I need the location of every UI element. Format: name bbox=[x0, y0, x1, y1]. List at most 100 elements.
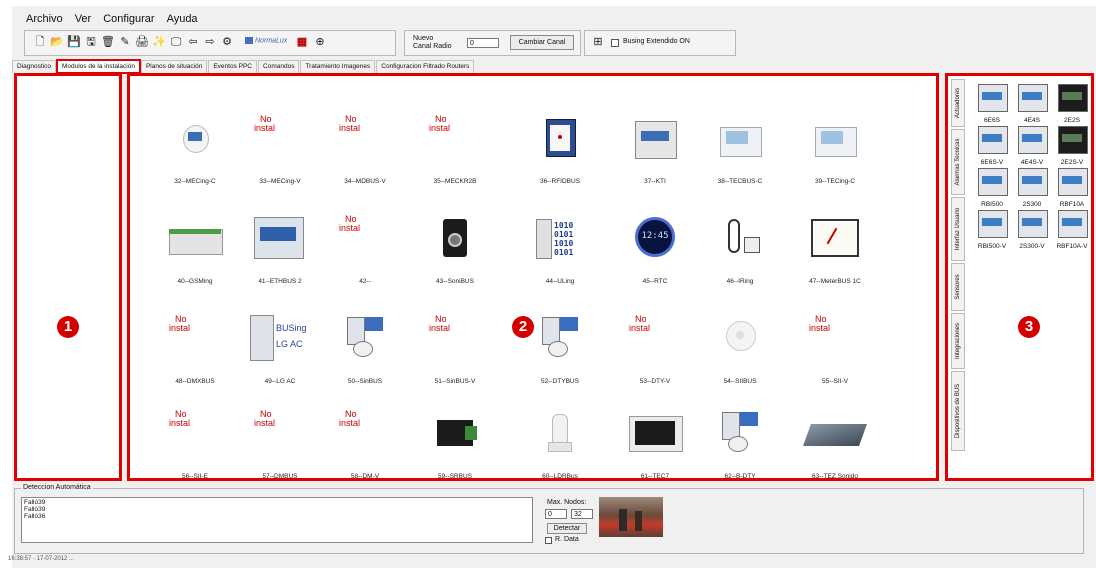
module-item[interactable]: 39--TECing-C bbox=[795, 111, 875, 191]
device-item[interactable]: 2E2S bbox=[1052, 82, 1092, 124]
device-item[interactable]: 6E6S-V bbox=[972, 124, 1012, 166]
network-settings-icon[interactable]: ⊞ bbox=[591, 35, 605, 49]
device-item[interactable]: RBI500 bbox=[972, 166, 1012, 208]
side-tab-label: Sensores bbox=[955, 274, 961, 300]
meter-gauge-icon bbox=[795, 215, 875, 261]
max-nodos-input[interactable]: 32 bbox=[571, 509, 593, 519]
report-icon[interactable]: ▦ bbox=[295, 35, 309, 49]
module-item[interactable]: 59--SRBUS bbox=[415, 406, 495, 486]
module-item[interactable]: 32--MECing-C bbox=[155, 111, 235, 191]
menu-item-archivo[interactable]: Archivo bbox=[26, 13, 63, 25]
cambiar-canal-button[interactable]: Cambiar Canal bbox=[510, 35, 574, 50]
sensor-module-label bbox=[365, 317, 383, 331]
save-as-icon[interactable]: 🖫 bbox=[84, 35, 98, 49]
module-item[interactable]: 41--ETHBUS 2 bbox=[240, 211, 320, 291]
thermostat-icon bbox=[700, 115, 780, 161]
device-item[interactable]: 4E4S-V bbox=[1012, 124, 1052, 166]
device-item[interactable]: 2S300-V bbox=[1012, 208, 1052, 250]
delete-icon[interactable]: 🗑 bbox=[101, 35, 115, 49]
device-module-label bbox=[1022, 92, 1042, 100]
module-item[interactable]: BUSing LG AC 49--LG AC bbox=[240, 311, 320, 391]
device-label: RBI500-V bbox=[977, 243, 1007, 250]
module-item[interactable]: No instal 35--MECKR2B bbox=[415, 111, 495, 191]
r-data-checkbox[interactable] bbox=[545, 537, 552, 544]
side-tab-1[interactable]: Actuadores bbox=[951, 79, 965, 127]
module-item[interactable]: 12:45 45--RTC bbox=[615, 211, 695, 291]
tab-4[interactable]: Eventos PPC bbox=[208, 60, 258, 73]
not-installed-text: No instal bbox=[339, 115, 360, 133]
menu-item-ayuda[interactable]: Ayuda bbox=[167, 13, 198, 25]
module-item[interactable]: 43--SoniBUS bbox=[415, 211, 495, 291]
module-item[interactable]: 60--LDRBus bbox=[520, 406, 600, 486]
module-item[interactable]: No instal 34--MDBUS-V bbox=[325, 111, 405, 191]
module-item[interactable]: No instal 53--DTY-V bbox=[615, 311, 695, 391]
module-item[interactable]: 36--RFIDBUS bbox=[520, 111, 600, 191]
module-item[interactable]: 46--IRing bbox=[700, 211, 780, 291]
normalux-button[interactable]: NormaLux bbox=[245, 37, 287, 49]
menu-item-configurar[interactable]: Configurar bbox=[103, 13, 154, 25]
busing-extendido-checkbox[interactable] bbox=[611, 39, 619, 47]
open-folder-icon[interactable]: 📂 bbox=[50, 35, 64, 49]
module-label: 53--DTY-V bbox=[639, 378, 671, 385]
not-installed-text: No instal bbox=[169, 315, 190, 333]
forward-arrow-icon[interactable]: ⇨ bbox=[203, 35, 217, 49]
network-icon[interactable]: ⚙ bbox=[220, 35, 234, 49]
side-tab-3[interactable]: Interfaz Usuario bbox=[951, 197, 965, 261]
min-nodos-input[interactable]: 0 bbox=[545, 509, 567, 519]
main-tabs: Diagnostico Modulos de la instalación Plan… bbox=[12, 59, 475, 74]
monitor-icon[interactable]: 🖵 bbox=[169, 35, 183, 49]
device-item[interactable]: RBF10A bbox=[1052, 166, 1092, 208]
side-tab-6[interactable]: Dispositivos de BUS bbox=[951, 371, 965, 451]
wand-icon[interactable]: ✨ bbox=[152, 35, 166, 49]
side-tab-4[interactable]: Sensores bbox=[951, 263, 965, 311]
module-item[interactable]: 62--B-DTY bbox=[700, 406, 780, 486]
module-item[interactable]: 54--SIIBUS bbox=[700, 311, 780, 391]
module-item[interactable]: No instal 33--MECing-V bbox=[240, 111, 320, 191]
module-item[interactable]: No instal 42-- bbox=[325, 211, 405, 291]
device-item[interactable]: 2E2S-V bbox=[1052, 124, 1092, 166]
zoom-icon[interactable]: ⊕ bbox=[313, 35, 327, 49]
save-icon[interactable]: 💾 bbox=[67, 35, 81, 49]
module-item[interactable]: No instal 51--SinBUS-V bbox=[415, 311, 495, 391]
relay-module-terminal bbox=[465, 426, 477, 440]
module-item[interactable]: 37--KTI bbox=[615, 111, 695, 191]
new-file-icon[interactable]: 🗋 bbox=[33, 35, 47, 49]
menu-item-ver[interactable]: Ver bbox=[75, 13, 92, 25]
module-item[interactable]: 50--SinBUS bbox=[325, 311, 405, 391]
module-item[interactable]: 40--GSMing bbox=[155, 211, 235, 291]
back-arrow-icon[interactable]: ⇦ bbox=[186, 35, 200, 49]
module-item[interactable]: No instal 56--SII-E bbox=[155, 406, 235, 486]
tab-5[interactable]: Comandos bbox=[258, 60, 300, 73]
module-item[interactable]: 63--TEZ Sonido bbox=[795, 406, 875, 486]
side-tab-5[interactable]: Integraciones bbox=[951, 313, 965, 369]
tools-icon[interactable]: ✎ bbox=[118, 35, 132, 49]
module-item[interactable]: 52--DTYBUS bbox=[520, 311, 600, 391]
device-item[interactable]: 2S300 bbox=[1012, 166, 1052, 208]
module-item[interactable]: No instal 58--DM-V bbox=[325, 406, 405, 486]
ir-sensor-icon bbox=[700, 215, 780, 261]
print-icon[interactable]: 🖨 bbox=[135, 35, 149, 49]
nuevo-canal-input[interactable]: 0 bbox=[467, 38, 499, 48]
side-tab-2[interactable]: Alarmas Tecnicas bbox=[951, 129, 965, 195]
din-rail-module-icon bbox=[615, 115, 695, 161]
module-item[interactable]: 61--TEC7 bbox=[615, 406, 695, 486]
module-item[interactable]: No instal 57--DMBUS bbox=[240, 406, 320, 486]
device-item[interactable]: RBF10A-V bbox=[1052, 208, 1092, 250]
module-item[interactable]: No instal 55--SII-V bbox=[795, 311, 875, 391]
sensor-module-icon bbox=[325, 315, 405, 361]
module-item[interactable]: 1010 0101 1010 0101 44--ULing bbox=[520, 211, 600, 291]
device-item[interactable]: 6E6S bbox=[972, 82, 1012, 124]
device-item[interactable]: RBI500-V bbox=[972, 208, 1012, 250]
channel-group: Nuevo Canal Radio 0 Cambiar Canal bbox=[404, 30, 581, 56]
tab-2[interactable]: Modulos de la instalación bbox=[55, 59, 141, 74]
tab-6[interactable]: Tratamiento Imagenes bbox=[300, 60, 376, 73]
module-item[interactable]: 47--MeterBUS 1C bbox=[795, 211, 875, 291]
tab-1[interactable]: Diagnostico bbox=[12, 60, 56, 73]
detectar-button[interactable]: Detectar bbox=[547, 523, 587, 534]
tab-3[interactable]: Planos de situación bbox=[140, 60, 208, 73]
device-item[interactable]: 4E4S bbox=[1012, 82, 1052, 124]
tab-7[interactable]: Configuracion Filtrado Routers bbox=[376, 60, 475, 73]
detection-log-list[interactable]: Falló39 Falló39 Falló36 bbox=[21, 497, 533, 543]
module-item[interactable]: 38--TECBUS-C bbox=[700, 111, 780, 191]
module-item[interactable]: No instal 48--DMXBUS bbox=[155, 311, 235, 391]
